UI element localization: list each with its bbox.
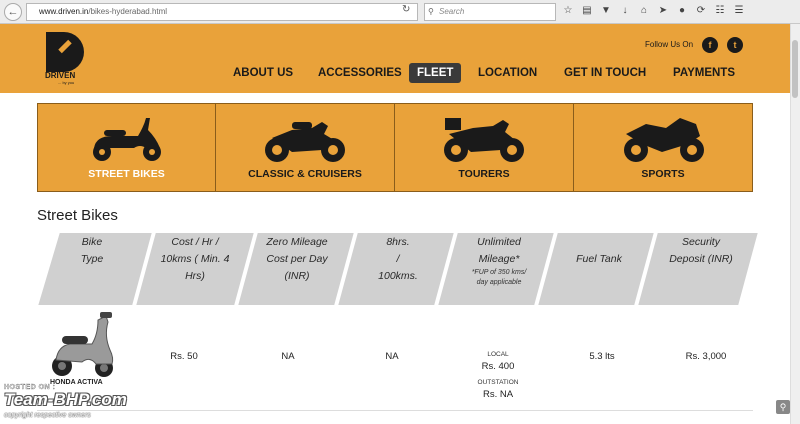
- header-line: (INR): [284, 270, 310, 282]
- facebook-icon[interactable]: f: [702, 37, 718, 53]
- cell-local-value: Rs. 400: [481, 361, 515, 372]
- header-line: Security: [682, 236, 720, 248]
- menu-location[interactable]: LOCATION: [478, 63, 537, 83]
- tile-street-bikes[interactable]: STREET BIKES: [38, 104, 216, 191]
- header-line: Hrs): [185, 270, 205, 282]
- sync-icon[interactable]: ⟳: [695, 4, 707, 18]
- cell-8hrs: NA: [385, 351, 399, 362]
- search-input[interactable]: ⚲ Search: [424, 3, 556, 21]
- tile-classic-cruisers[interactable]: CLASSIC & CRUISERS: [216, 104, 395, 191]
- menu-about-us[interactable]: ABOUT US: [233, 63, 293, 83]
- header-8hrs: 8hrs. / 100kms.: [351, 234, 445, 285]
- table-header: Bike Type Cost / Hr / 10kms ( Min. 4 Hrs…: [37, 232, 759, 306]
- header-zero-mileage: Zero Mileage Cost per Day (INR): [249, 234, 345, 285]
- cell-zero-mileage: NA: [281, 351, 295, 362]
- cell-fuel-tank: 5.3 lts: [589, 351, 615, 362]
- zoom-icon[interactable]: ⚲: [776, 400, 790, 414]
- tile-label: TOURERS: [458, 168, 510, 180]
- scrollbar-thumb[interactable]: [792, 40, 798, 98]
- menu-get-in-touch[interactable]: GET IN TOUCH: [564, 63, 646, 83]
- header-line: Bike: [81, 236, 103, 248]
- scooter-icon: [93, 118, 161, 161]
- browser-toolbar: ← www.driven.in/bikes-hyderabad.html ↻ ⚲…: [0, 0, 800, 24]
- follow-label: Follow Us On: [645, 40, 694, 49]
- tile-label: SPORTS: [641, 168, 685, 180]
- team-bhp-watermark: HOSTED ON : Team-BHP.com copyright respe…: [4, 384, 194, 422]
- logo-tagline: ... by you: [58, 80, 75, 85]
- header-cost-per-hr: Cost / Hr / 10kms ( Min. 4 Hrs): [151, 234, 239, 285]
- reload-icon[interactable]: ↻: [402, 4, 410, 15]
- document-icon[interactable]: ☷: [714, 4, 726, 18]
- local-label: LOCAL: [487, 351, 509, 358]
- twitter-icon[interactable]: t: [727, 37, 743, 53]
- menu-payments[interactable]: PAYMENTS: [673, 63, 735, 83]
- url-path: /bikes-hyderabad.html: [88, 7, 168, 16]
- back-icon[interactable]: ←: [4, 3, 22, 21]
- cell-cost-per-hr: Rs. 50: [170, 351, 198, 362]
- search-placeholder: Search: [439, 7, 465, 16]
- header-line: Fuel Tank: [576, 253, 622, 265]
- menu-accessories[interactable]: ACCESSORIES: [318, 63, 402, 83]
- logo-text: DRIVEN: [45, 71, 76, 80]
- cell-outstation-value: Rs. NA: [482, 389, 514, 400]
- header-bike-type: Bike Type: [59, 234, 125, 268]
- header-line: 10kms ( Min. 4: [160, 253, 230, 265]
- cruiser-bike-icon: [265, 122, 345, 162]
- chat-icon[interactable]: ●: [676, 4, 688, 18]
- home-icon[interactable]: ⌂: [638, 4, 650, 18]
- menu-icon[interactable]: ☰: [733, 4, 745, 18]
- section-title: Street Bikes: [37, 207, 118, 224]
- outstation-label: OUTSTATION: [477, 379, 519, 386]
- tourer-bike-icon: [444, 118, 524, 162]
- category-tiles: STREET BIKES CLASSIC & CRUISERS TOURERS …: [37, 103, 753, 192]
- header-line: Unlimited: [477, 236, 521, 248]
- header-unlimited-mileage: Unlimited Mileage*: [453, 234, 545, 268]
- header-fuel-tank: Fuel Tank: [553, 251, 645, 268]
- send-icon[interactable]: ➤: [657, 4, 669, 18]
- sports-bike-icon: [624, 118, 704, 162]
- pocket-icon[interactable]: ▼: [600, 4, 612, 18]
- note-line: *FUP of 350 kms/: [471, 269, 527, 276]
- search-icon: ⚲: [428, 7, 434, 16]
- watermark-copyright: copyright respective owners: [4, 412, 91, 419]
- cell-deposit: Rs. 3,000: [685, 351, 727, 362]
- tile-label: CLASSIC & CRUISERS: [248, 168, 362, 180]
- tile-sports[interactable]: SPORTS: [574, 104, 752, 191]
- header-line: /: [396, 253, 400, 265]
- menu-fleet[interactable]: FLEET: [409, 63, 462, 83]
- header-line: Zero Mileage: [266, 236, 328, 248]
- site-header: DRIVEN ... by you Follow Us On f t ABOUT…: [0, 24, 790, 93]
- tile-tourers[interactable]: TOURERS: [395, 104, 574, 191]
- star-icon[interactable]: ☆: [562, 4, 574, 18]
- download-icon[interactable]: ↓: [619, 4, 631, 18]
- header-line: Mileage*: [478, 253, 520, 265]
- header-line: 100kms.: [378, 270, 418, 282]
- url-host: www.driven.in: [39, 7, 89, 16]
- honda-activa-image: [52, 312, 114, 377]
- note-line: day applicable: [476, 279, 522, 286]
- driven-logo-icon[interactable]: [46, 32, 84, 72]
- watermark-brand: Team-BHP.com: [4, 390, 127, 409]
- tile-label: STREET BIKES: [88, 168, 165, 180]
- header-line: Cost per Day: [266, 253, 328, 265]
- header-line: Type: [80, 253, 104, 265]
- header-line: 8hrs.: [386, 236, 410, 248]
- header-line: Cost / Hr /: [171, 236, 219, 248]
- header-security-deposit: Security Deposit (INR): [653, 234, 749, 268]
- header-line: Deposit (INR): [669, 253, 733, 265]
- clipboard-icon[interactable]: ▤: [581, 4, 593, 18]
- header-fup-note: *FUP of 350 kms/ day applicable: [457, 268, 541, 288]
- url-bar[interactable]: www.driven.in/bikes-hyderabad.html: [26, 3, 418, 21]
